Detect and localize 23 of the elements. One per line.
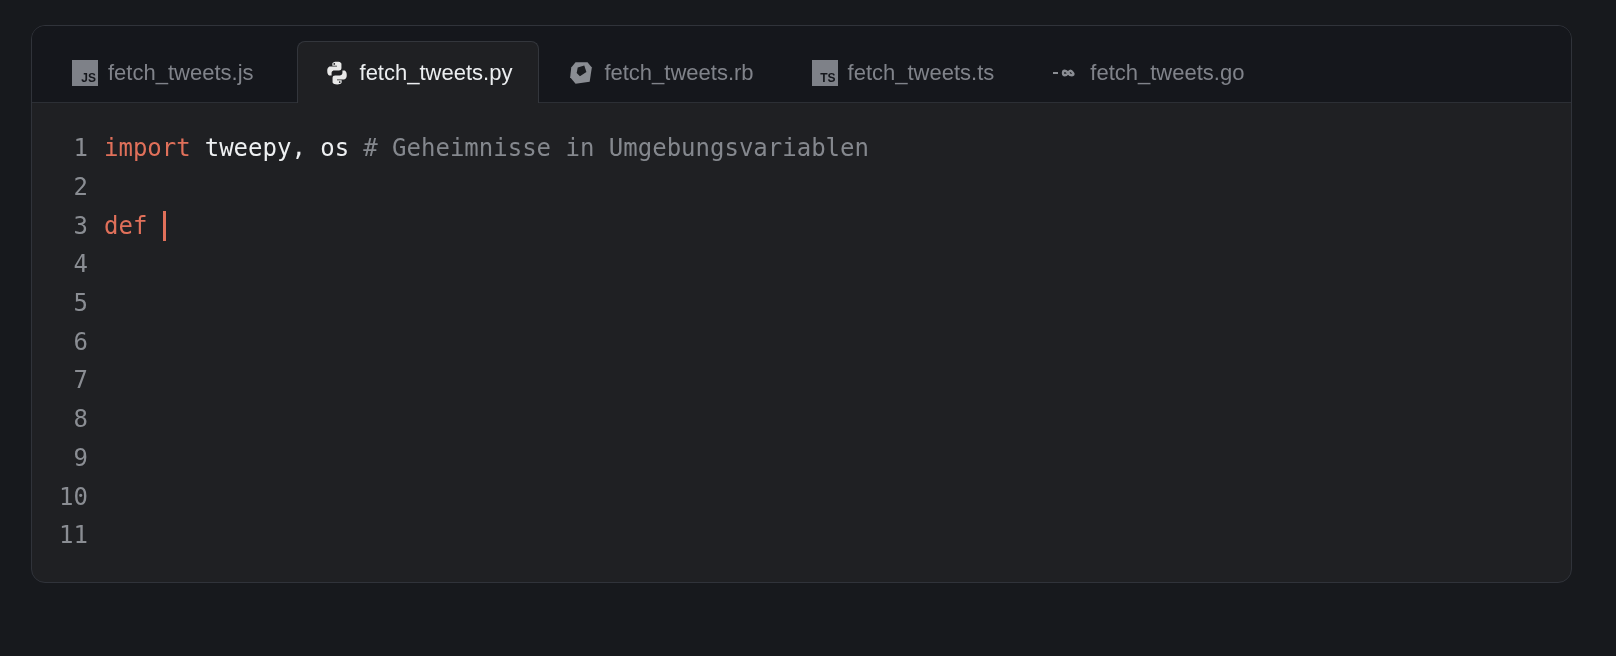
gem-icon xyxy=(568,59,595,86)
line-number: 1 xyxy=(72,134,88,163)
code-comment: # Geheimnisse in Umgebungsvariablen xyxy=(363,134,869,163)
file-tab[interactable]: fetch_tweets.go xyxy=(1037,41,1274,103)
file-tab[interactable]: fetch_tweets.rb xyxy=(553,41,783,103)
line-number: 2 xyxy=(72,173,88,202)
line-number: 10 xyxy=(58,482,88,511)
file-tab[interactable]: TS fetch_tweets.ts xyxy=(796,41,1024,103)
file-type-icon: JS xyxy=(72,59,98,86)
line-number: 9 xyxy=(72,443,88,472)
line-number: 7 xyxy=(72,366,88,395)
code-keyword: import xyxy=(104,134,191,163)
file-type-icon: TS xyxy=(811,59,838,86)
line-number: 11 xyxy=(58,521,88,550)
line-number: 5 xyxy=(72,289,88,318)
line-number: 8 xyxy=(72,405,88,434)
code-text: tweepy, os xyxy=(204,134,350,163)
line-number: 4 xyxy=(72,250,88,279)
file-tab[interactable]: fetch_tweets.py xyxy=(296,41,540,103)
line-number: 3 xyxy=(72,211,88,240)
code-keyword: def xyxy=(104,211,148,240)
line-number: 6 xyxy=(72,327,88,356)
file-tab[interactable]: JS fetch_tweets.js xyxy=(57,41,283,103)
